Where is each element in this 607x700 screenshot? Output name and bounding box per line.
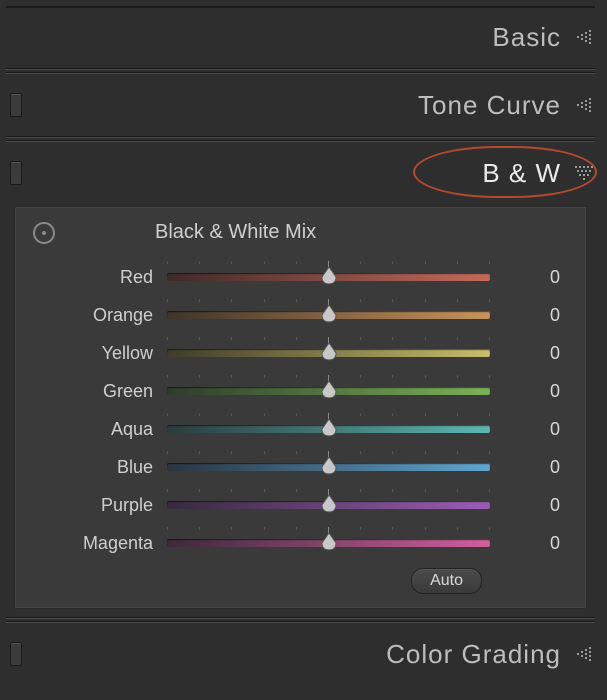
slider-row-purple: Purple 0 — [33, 486, 568, 524]
slider-label-purple: Purple — [33, 495, 167, 516]
slider-label-yellow: Yellow — [33, 343, 167, 364]
slider-value-orange[interactable]: 0 — [490, 305, 568, 326]
panel-divider — [6, 0, 595, 8]
slider-value-red[interactable]: 0 — [490, 267, 568, 288]
panel-header-bw[interactable]: B & W — [6, 144, 595, 202]
slider-label-magenta: Magenta — [33, 533, 167, 554]
slider-value-magenta[interactable]: 0 — [490, 533, 568, 554]
panel-title-basic: Basic — [22, 22, 573, 53]
panel-divider — [6, 136, 595, 138]
slider-value-blue[interactable]: 0 — [490, 457, 568, 478]
slider-value-purple[interactable]: 0 — [490, 495, 568, 516]
panel-body-bw: Black & White Mix Red 0 Orange — [14, 206, 587, 609]
panel-divider — [6, 68, 595, 70]
auto-button[interactable]: Auto — [411, 568, 482, 594]
triangle-down-icon — [575, 166, 593, 180]
slider-row-aqua: Aqua 0 — [33, 410, 568, 448]
slider-orange[interactable] — [167, 303, 490, 327]
panel-switch-color-grading[interactable] — [10, 642, 22, 666]
slider-value-aqua[interactable]: 0 — [490, 419, 568, 440]
panel-disclosure-bw[interactable] — [573, 162, 595, 184]
slider-label-green: Green — [33, 381, 167, 402]
slider-red[interactable] — [167, 265, 490, 289]
slider-green[interactable] — [167, 379, 490, 403]
slider-yellow[interactable] — [167, 341, 490, 365]
slider-label-blue: Blue — [33, 457, 167, 478]
slider-row-orange: Orange 0 — [33, 296, 568, 334]
slider-value-yellow[interactable]: 0 — [490, 343, 568, 364]
panel-disclosure-color-grading[interactable] — [573, 643, 595, 665]
triangle-left-icon — [575, 98, 593, 112]
panel-divider — [6, 621, 595, 623]
panel-title-tone-curve: Tone Curve — [22, 90, 573, 121]
panel-switch-bw[interactable] — [10, 161, 22, 185]
triangle-left-icon — [575, 30, 593, 44]
panel-divider — [6, 72, 595, 74]
panel-header-tone-curve[interactable]: Tone Curve — [6, 76, 595, 134]
panel-title-bw: B & W — [22, 158, 573, 189]
slider-aqua[interactable] — [167, 417, 490, 441]
triangle-left-icon — [575, 647, 593, 661]
panel-disclosure-basic[interactable] — [573, 26, 595, 48]
targeted-adjustment-icon[interactable] — [33, 222, 55, 244]
panel-divider — [6, 617, 595, 619]
panel-header-color-grading[interactable]: Color Grading — [6, 625, 595, 683]
panel-switch-tone-curve[interactable] — [10, 93, 22, 117]
panel-header-basic[interactable]: Basic — [6, 8, 595, 66]
slider-label-orange: Orange — [33, 305, 167, 326]
slider-blue[interactable] — [167, 455, 490, 479]
panel-disclosure-tone-curve[interactable] — [573, 94, 595, 116]
slider-row-magenta: Magenta 0 — [33, 524, 568, 562]
slider-row-blue: Blue 0 — [33, 448, 568, 486]
slider-label-aqua: Aqua — [33, 419, 167, 440]
slider-purple[interactable] — [167, 493, 490, 517]
panel-divider — [6, 140, 595, 142]
slider-row-yellow: Yellow 0 — [33, 334, 568, 372]
bw-mix-title: Black & White Mix — [55, 221, 568, 244]
slider-magenta[interactable] — [167, 531, 490, 555]
slider-row-green: Green 0 — [33, 372, 568, 410]
slider-row-red: Red 0 — [33, 258, 568, 296]
panel-title-color-grading: Color Grading — [22, 639, 573, 670]
slider-label-red: Red — [33, 267, 167, 288]
slider-value-green[interactable]: 0 — [490, 381, 568, 402]
